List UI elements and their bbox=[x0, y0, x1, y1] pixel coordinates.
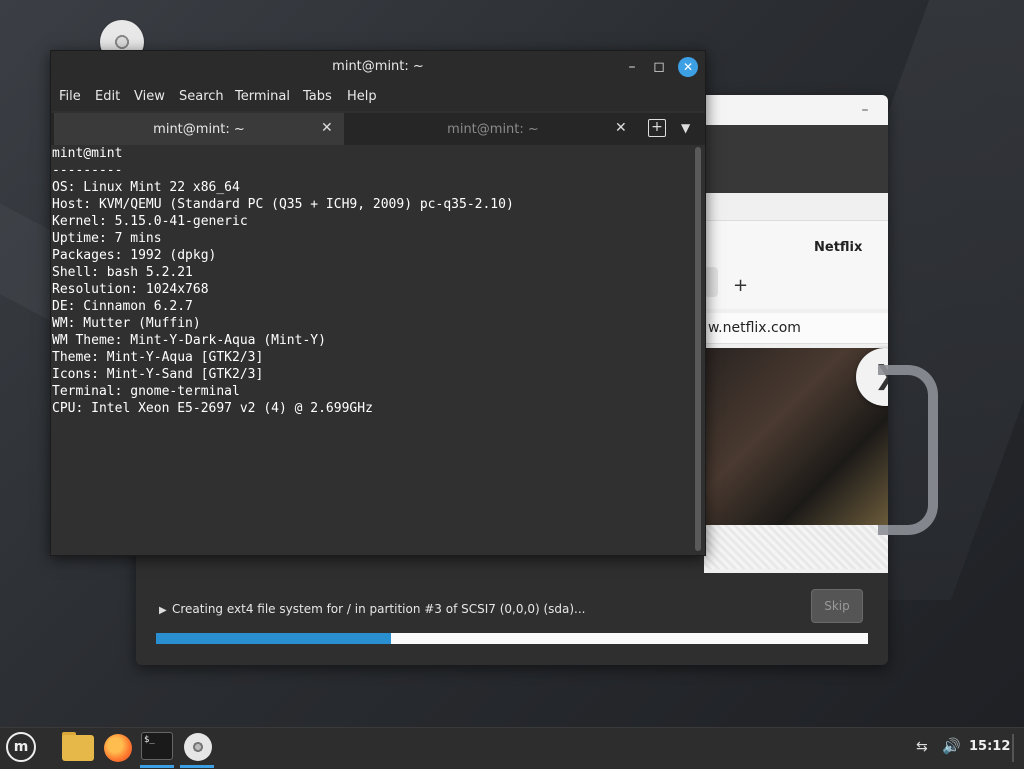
menu-file[interactable]: File bbox=[59, 89, 81, 104]
slideshow-url: w.netflix.com bbox=[708, 320, 801, 336]
install-progress-bar bbox=[156, 633, 868, 644]
desktop-hook-decoration bbox=[878, 365, 938, 535]
installer-footer bbox=[136, 573, 888, 665]
menu-view[interactable]: View bbox=[134, 89, 165, 104]
slideshow-browser-tabs bbox=[704, 220, 888, 309]
slideshow-plus-icon: + bbox=[733, 275, 749, 296]
maximize-icon[interactable]: ◻ bbox=[650, 58, 668, 76]
tab-2[interactable]: mint@mint: ~ ✕ bbox=[348, 113, 638, 145]
menu-tabs[interactable]: Tabs bbox=[303, 89, 332, 104]
menu-search[interactable]: Search bbox=[179, 89, 224, 104]
slideshow-tab-edge bbox=[704, 267, 718, 297]
network-icon[interactable]: ⇆ bbox=[916, 739, 928, 755]
window-title: mint@mint: ~ bbox=[332, 59, 424, 74]
tab-label: mint@mint: ~ bbox=[447, 122, 539, 137]
menu-terminal[interactable]: Terminal bbox=[235, 89, 290, 104]
close-icon[interactable]: ✕ bbox=[321, 120, 333, 136]
show-desktop-button[interactable] bbox=[1012, 734, 1014, 762]
close-icon[interactable]: ✕ bbox=[678, 57, 698, 77]
terminal-output: mint@mint --------- OS: Linux Mint 22 x8… bbox=[52, 146, 514, 416]
slideshow-tab-title: Netflix bbox=[814, 240, 863, 255]
new-tab-icon[interactable]: + bbox=[648, 119, 666, 137]
clock[interactable]: 15:12 bbox=[969, 739, 1010, 754]
menu-edit[interactable]: Edit bbox=[95, 89, 120, 104]
menu-icon[interactable]: m bbox=[6, 732, 36, 762]
close-icon[interactable]: ✕ bbox=[615, 120, 627, 136]
slideshow-bottom-strip bbox=[704, 525, 888, 569]
skip-button[interactable]: Skip bbox=[811, 589, 863, 623]
terminal-window: mint@mint: ~ – ◻ ✕ File Edit View Search… bbox=[50, 50, 706, 556]
install-progress-fill bbox=[156, 633, 391, 644]
expand-details-icon[interactable]: ▶ bbox=[159, 605, 167, 616]
volume-icon[interactable]: 🔊 bbox=[942, 737, 961, 755]
terminal-icon[interactable]: $_ bbox=[141, 732, 173, 760]
files-icon[interactable] bbox=[62, 735, 94, 761]
tab-bar: mint@mint: ~ ✕ mint@mint: ~ ✕ bbox=[51, 113, 705, 147]
firefox-icon[interactable] bbox=[104, 734, 132, 762]
chevron-down-icon[interactable]: ▼ bbox=[681, 121, 690, 135]
taskbar: m $_ ⇆ 🔊 15:12 bbox=[0, 727, 1024, 769]
scrollbar[interactable] bbox=[695, 147, 701, 551]
menu-help[interactable]: Help bbox=[347, 89, 377, 104]
disc-icon[interactable] bbox=[184, 733, 212, 761]
minimize-icon[interactable]: – bbox=[858, 103, 872, 117]
install-status-text: Creating ext4 file system for / in parti… bbox=[172, 602, 586, 616]
minimize-icon[interactable]: – bbox=[623, 58, 641, 76]
tab-label: mint@mint: ~ bbox=[153, 122, 245, 137]
tab-1[interactable]: mint@mint: ~ ✕ bbox=[54, 113, 344, 147]
